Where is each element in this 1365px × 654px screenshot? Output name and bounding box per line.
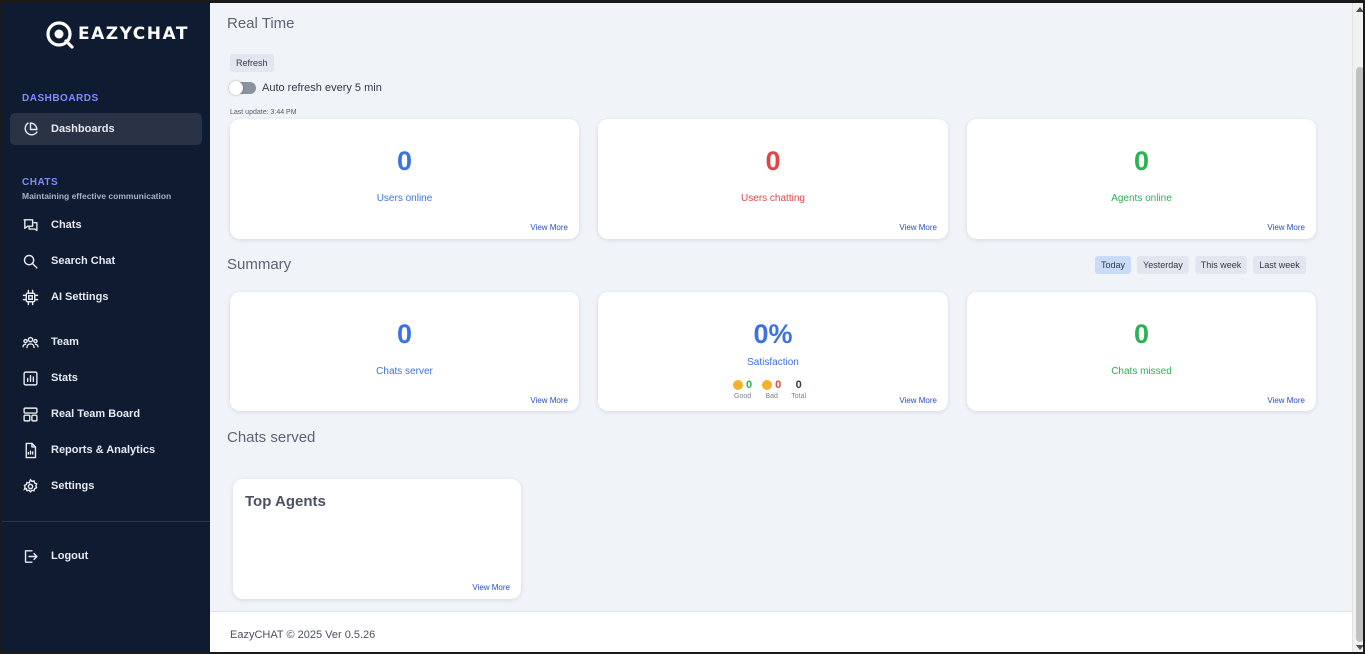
sidebar-item-search-chat[interactable]: Search Chat xyxy=(10,245,202,277)
users-chatting-value: 0 xyxy=(765,146,781,176)
sidebar-item-label: Settings xyxy=(51,480,95,492)
chats-missed-value: 0 xyxy=(1133,319,1150,349)
card-agents-online: 0 Agents online View More xyxy=(967,119,1316,239)
view-more-link[interactable]: View More xyxy=(899,396,937,405)
view-more-link[interactable]: View More xyxy=(1267,396,1305,405)
satisfaction-label: Satisfaction xyxy=(747,357,799,368)
section-subtitle-chats: Maintaining effective communication xyxy=(22,191,172,201)
cpu-chip-icon xyxy=(22,289,39,305)
sidebar-item-dashboards[interactable]: Dashboards xyxy=(10,113,202,145)
sidebar-item-logout[interactable]: Logout xyxy=(10,540,202,572)
auto-refresh-toggle[interactable] xyxy=(229,81,256,95)
summary-date-filters: Today Yesterday This week Last week xyxy=(1095,256,1306,274)
top-agents-title: Top Agents xyxy=(245,493,326,510)
total-count: 0 xyxy=(795,379,802,391)
card-chats-missed: 0 Chats missed View More xyxy=(967,292,1316,411)
section-title-dashboards: DASHBOARDS xyxy=(22,93,99,104)
sidebar-item-reports-analytics[interactable]: Reports & Analytics xyxy=(10,434,202,466)
sidebar-item-label: Reports & Analytics xyxy=(51,444,156,456)
view-more-link[interactable]: View More xyxy=(899,223,937,232)
sidebar-item-label: Chats xyxy=(51,219,82,231)
auto-refresh-row: Auto refresh every 5 min xyxy=(229,81,382,95)
scroll-down-arrow-icon[interactable] xyxy=(1356,645,1363,650)
logout-icon xyxy=(24,549,38,563)
view-more-link[interactable]: View More xyxy=(1267,223,1305,232)
users-group-icon xyxy=(22,336,39,348)
satisfaction-good: 0 Good xyxy=(733,379,752,400)
bad-count: 0 xyxy=(775,379,782,391)
satisfaction-bad: 0 Bad xyxy=(762,379,781,400)
sidebar-item-label: Real Team Board xyxy=(51,408,141,420)
sad-face-icon xyxy=(762,380,773,390)
sidebar-item-label: Search Chat xyxy=(51,255,116,267)
agents-online-label: Agents online xyxy=(1111,193,1172,204)
sidebar-item-label: Stats xyxy=(51,372,78,384)
chats-served-title: Chats served xyxy=(227,429,316,446)
users-online-value: 0 xyxy=(396,146,413,176)
sidebar-item-label: Dashboards xyxy=(51,123,115,135)
logo-icon xyxy=(44,19,74,49)
chats-server-value: 0 xyxy=(396,319,413,349)
happy-face-icon xyxy=(733,380,743,390)
vertical-scrollbar[interactable] xyxy=(1352,3,1363,652)
search-icon xyxy=(23,254,38,269)
main-content: Real Time Refresh Auto refresh every 5 m… xyxy=(210,3,1352,611)
sidebar-item-chats[interactable]: Chats xyxy=(10,209,202,241)
card-chats-server: 0 Chats server View More xyxy=(230,292,579,411)
card-satisfaction: 0% Satisfaction 0 Good 0 Bad 0 Total Vie… xyxy=(598,292,948,411)
filter-this-week[interactable]: This week xyxy=(1194,256,1248,274)
good-count: 0 xyxy=(746,379,753,391)
auto-refresh-label: Auto refresh every 5 min xyxy=(262,82,382,94)
refresh-button[interactable]: Refresh xyxy=(230,54,274,72)
filter-last-week[interactable]: Last week xyxy=(1253,256,1306,274)
brand-name: EAZYCHAT xyxy=(78,24,189,44)
sidebar-divider xyxy=(2,521,210,522)
chat-bubbles-icon xyxy=(23,218,38,231)
satisfaction-total: 0 Total xyxy=(791,379,806,400)
gear-icon xyxy=(23,477,38,493)
scroll-thumb[interactable] xyxy=(1356,67,1363,642)
sidebar-item-stats[interactable]: Stats xyxy=(10,362,202,394)
users-chatting-label: Users chatting xyxy=(741,193,805,204)
pie-chart-icon xyxy=(24,121,38,135)
satisfaction-breakdown: 0 Good 0 Bad 0 Total xyxy=(733,379,806,400)
bad-label: Bad xyxy=(765,393,778,400)
page-footer: EazyCHAT © 2025 Ver 0.5.26 xyxy=(210,611,1352,652)
sidebar-item-label: Logout xyxy=(51,550,89,562)
view-more-link[interactable]: View More xyxy=(530,396,568,405)
sidebar-item-label: Team xyxy=(51,336,79,348)
agents-online-value: 0 xyxy=(1133,146,1150,176)
good-label: Good xyxy=(734,393,752,400)
view-more-link[interactable]: View More xyxy=(472,583,510,592)
footer-version-text: EazyCHAT © 2025 Ver 0.5.26 xyxy=(230,629,376,641)
card-users-chatting: 0 Users chatting View More xyxy=(598,119,948,239)
satisfaction-value: 0% xyxy=(753,319,793,349)
sidebar-item-real-team-board[interactable]: Real Team Board xyxy=(10,398,202,430)
view-more-link[interactable]: View More xyxy=(530,223,568,232)
sidebar-item-team[interactable]: Team xyxy=(10,326,202,358)
total-label: Total xyxy=(791,393,807,400)
users-online-label: Users online xyxy=(376,193,433,204)
card-users-online: 0 Users online View More xyxy=(230,119,579,239)
layout-board-icon xyxy=(23,406,38,422)
chats-missed-label: Chats missed xyxy=(1111,366,1172,377)
sidebar: EAZYCHAT DASHBOARDS Dashboards CHATS Mai… xyxy=(2,3,210,652)
summary-title: Summary xyxy=(227,256,292,273)
chats-server-label: Chats server xyxy=(376,366,433,377)
realtime-title: Real Time xyxy=(227,15,295,32)
card-top-agents: Top Agents View More xyxy=(233,479,521,599)
filter-yesterday[interactable]: Yesterday xyxy=(1137,256,1189,274)
scroll-up-arrow-icon[interactable] xyxy=(1356,7,1363,12)
sidebar-item-settings[interactable]: Settings xyxy=(10,470,202,502)
sidebar-item-label: AI Settings xyxy=(51,291,109,303)
brand-logo[interactable]: EAZYCHAT xyxy=(44,17,189,51)
app-window: EAZYCHAT DASHBOARDS Dashboards CHATS Mai… xyxy=(0,0,1365,654)
bar-chart-icon xyxy=(23,370,38,386)
filter-today[interactable]: Today xyxy=(1095,256,1132,274)
sidebar-item-ai-settings[interactable]: AI Settings xyxy=(10,281,202,313)
report-document-icon xyxy=(25,442,37,458)
last-update-text: Last update: 3:44 PM xyxy=(230,109,297,116)
section-title-chats: CHATS xyxy=(22,177,59,188)
